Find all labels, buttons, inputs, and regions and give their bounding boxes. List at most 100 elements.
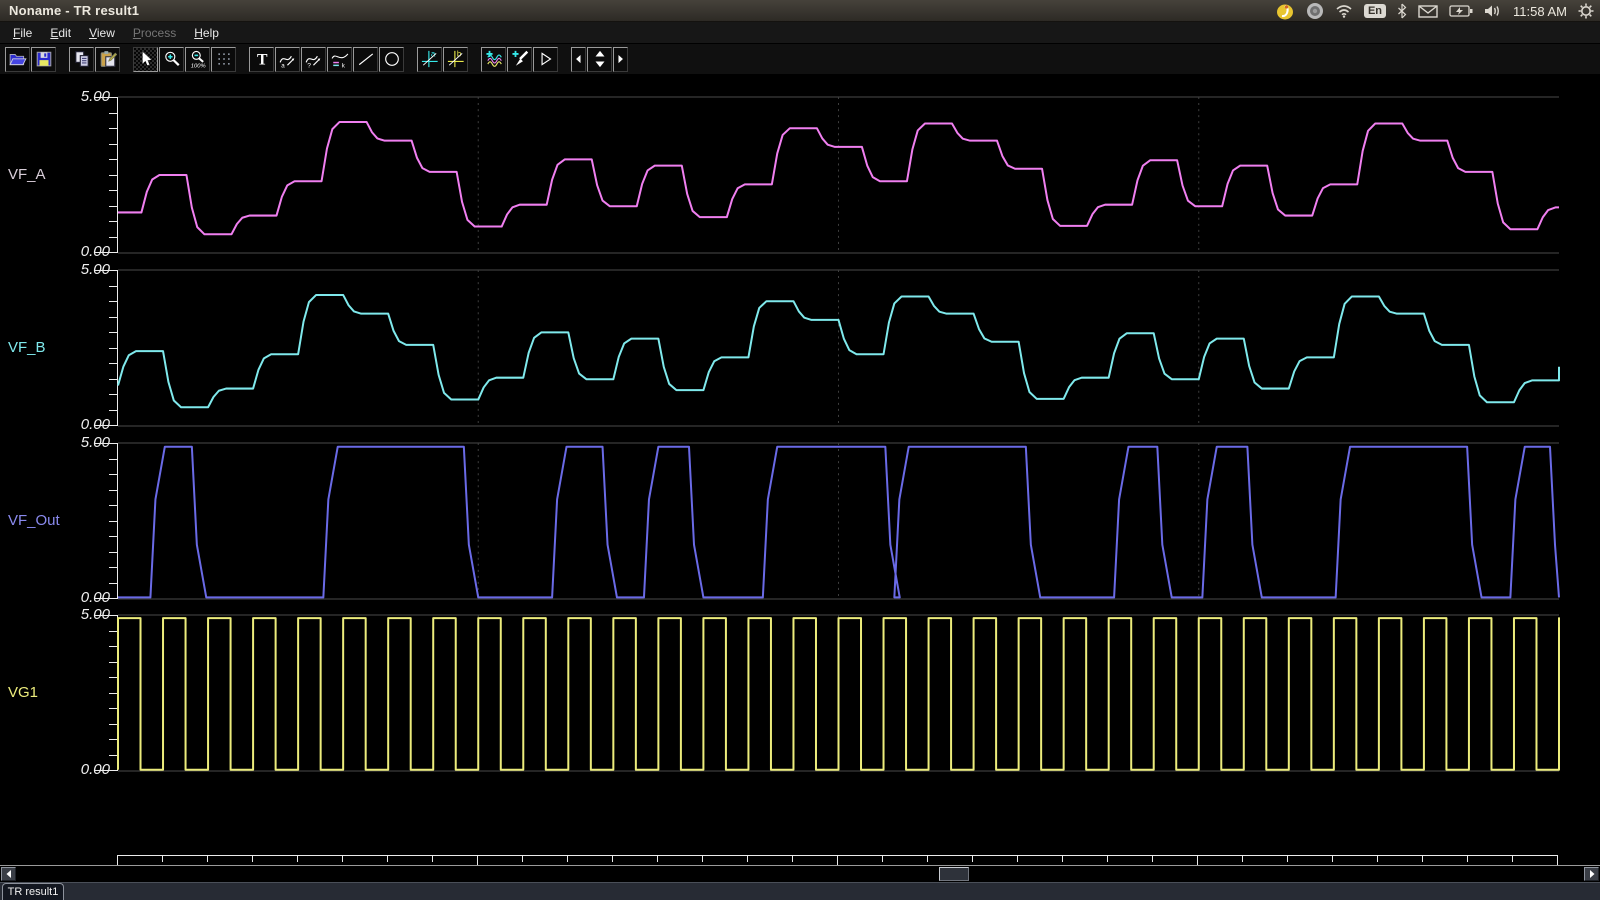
x-minor-tick [1467,856,1468,862]
ellipse-tool-icon [383,50,401,68]
waveform-plot-vf-b [118,270,1559,426]
pan-vertical-button[interactable] [587,47,612,72]
bluetooth-icon[interactable] [1397,3,1407,19]
waveform-panel-vf-out: VF_Out5.000.00 [0,443,1600,599]
waveform-panel-vf-b: VF_B5.000.00 [0,270,1600,426]
cursor-a-button[interactable]: a [417,47,442,72]
y-minor-tick [109,739,117,740]
waveform-plot-vf-a [118,97,1559,253]
y-minor-tick [109,536,117,537]
add-curves-button[interactable] [481,47,506,72]
menu-process[interactable]: Process [124,23,185,43]
text-tool-icon: T [253,50,271,68]
menu-view[interactable]: View [80,23,124,43]
waveform-area: Time (s) 23.00u25.00u27.00u29.00u31.00u … [0,74,1600,866]
scrollbar-thumb[interactable] [939,867,969,881]
zoom-out-100-button[interactable]: 100% [185,47,210,72]
add-curves-icon [485,50,503,68]
pan-vertical-icon [591,50,609,68]
y-minor-tick [109,474,117,475]
annotate-curve-alt-button[interactable]: ? [301,47,326,72]
curve-legend-icon: k [331,50,349,68]
battery-icon[interactable] [1449,5,1473,17]
x-minor-tick [747,856,748,862]
y-minor-tick [109,113,117,114]
y-minor-tick [109,646,117,647]
x-minor-tick [657,856,658,862]
run-button[interactable] [533,47,558,72]
app-icon[interactable] [1275,2,1295,20]
y-minor-tick [109,128,117,129]
menu-bar: File Edit View Process Help [0,22,1600,44]
pan-right-icon [614,50,627,68]
y-minor-tick [109,159,117,160]
curve-legend-button[interactable]: k [327,47,352,72]
y-minor-tick [109,190,117,191]
menu-help[interactable]: Help [185,23,228,43]
signal-label-vf-a: VF_A [8,166,46,183]
clock-text[interactable]: 11:58 AM [1513,4,1567,19]
y-minor-tick [109,237,117,238]
wifi-icon[interactable] [1335,4,1353,18]
y-minor-tick [109,505,117,506]
line-tool-button[interactable] [353,47,378,72]
waveform-plot-vf-out [118,443,1559,599]
y-minor-tick [109,693,117,694]
line-tool-icon [357,50,375,68]
y-minor-tick [109,348,117,349]
title-bar: Noname - TR result1 En [0,0,1600,22]
y-minor-tick [109,175,117,176]
y-minor-tick [109,301,117,302]
text-tool-button[interactable]: T [249,47,274,72]
vf-a-trace [118,122,1559,234]
y-minor-tick [109,724,117,725]
cursor-b-icon: b [447,50,465,68]
keyboard-layout-badge[interactable]: En [1364,4,1386,18]
y-minor-tick [109,552,117,553]
zoom-in-button[interactable] [159,47,184,72]
grid-button[interactable] [211,47,236,72]
pan-right-button[interactable] [613,47,628,72]
y-minor-tick [109,394,117,395]
indicator-icon[interactable] [1306,2,1324,20]
open-file-button[interactable] [5,47,30,72]
svg-text:a: a [281,62,285,68]
tab-tr-result1[interactable]: TR result1 [2,883,64,900]
copy-button[interactable] [69,47,94,72]
pan-left-button[interactable] [571,47,586,72]
menu-edit[interactable]: Edit [41,23,80,43]
waveform-panel-vg1: VG15.000.00 [0,615,1600,771]
paste-button[interactable] [95,47,120,72]
vf-b-trace [118,295,1559,407]
scroll-right-button[interactable] [1584,867,1599,881]
session-gear-icon[interactable] [1578,3,1594,19]
scroll-right-icon [1588,870,1596,878]
x-minor-tick [342,856,343,862]
mail-icon[interactable] [1418,5,1438,18]
pointer-tool-button[interactable] [133,47,158,72]
menu-file[interactable]: File [4,23,41,43]
copy-icon [73,50,91,68]
annotate-curve-button[interactable]: a [275,47,300,72]
y-minor-tick [109,677,117,678]
add-probe-button[interactable] [507,47,532,72]
horizontal-scrollbar[interactable] [0,866,1600,882]
x-minor-tick [1332,856,1333,862]
y-minor-tick [109,410,117,411]
scroll-left-icon [5,870,13,878]
zoom-in-icon [163,50,181,68]
volume-icon[interactable] [1484,4,1502,18]
y-minor-tick [109,144,117,145]
waveform-panel-vf-a: VF_A5.000.00 [0,97,1600,253]
x-minor-tick [1377,856,1378,862]
y-minor-tick [109,755,117,756]
ellipse-tool-button[interactable] [379,47,404,72]
save-button[interactable] [31,47,56,72]
pointer-tool-icon [137,50,155,68]
cursor-b-button[interactable]: b [443,47,468,72]
scroll-left-button[interactable] [1,867,16,881]
y-major-tick [95,270,117,271]
x-minor-tick [1017,856,1018,862]
x-minor-tick [252,856,253,862]
y-minor-tick [109,206,117,207]
